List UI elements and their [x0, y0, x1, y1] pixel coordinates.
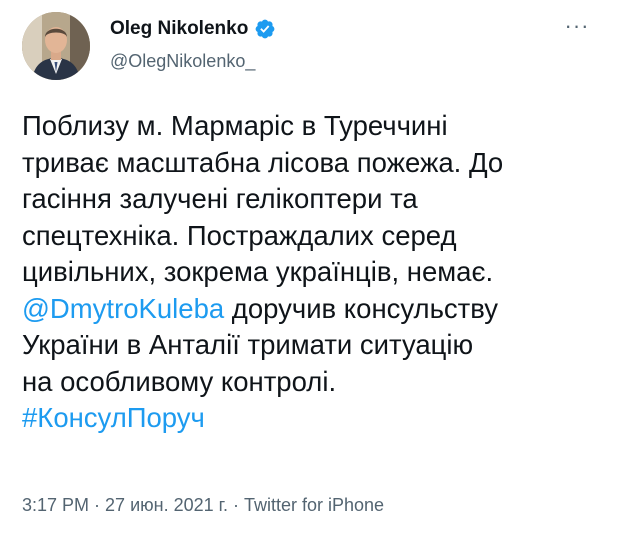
- tweet-line-with-mention: @DmytroKuleba доручив консульству: [22, 291, 602, 328]
- tweet-line: на особливому контролі.: [22, 365, 337, 397]
- avatar-image: [22, 12, 90, 80]
- tweet-line-continuation: доручив консульству: [224, 292, 499, 324]
- avatar[interactable]: [22, 12, 90, 80]
- more-options-icon[interactable]: ···: [562, 14, 592, 38]
- hashtag-link[interactable]: #КонсулПоруч: [22, 402, 205, 433]
- tweet-metadata: 3:17 PM · 27 июн. 2021 г. · Twitter for …: [22, 494, 384, 516]
- meta-separator: ·: [227, 495, 244, 515]
- tweet-line: цивільних, зокрема українців, немає.: [22, 256, 494, 287]
- tweet-source-link[interactable]: Twitter for iPhone: [244, 495, 384, 515]
- author-name-row[interactable]: Oleg Nikolenko: [110, 17, 276, 41]
- tweet-line: триває масштабна лісова пожежа. До: [22, 146, 504, 178]
- tweet-line-hashtag: #КонсулПоруч: [22, 400, 602, 437]
- author-display-name[interactable]: Oleg Nikolenko: [110, 17, 248, 41]
- verified-badge-icon: [254, 18, 276, 40]
- meta-separator: ·: [89, 495, 106, 515]
- tweet-line: України в Анталії тримати ситуацію: [22, 329, 474, 360]
- tweet-time[interactable]: 3:17 PM: [22, 495, 89, 515]
- tweet-line: спецтехніка. Постраждалих серед: [22, 219, 457, 251]
- tweet-card: Oleg Nikolenko @OlegNikolenko_ ··· Побли…: [0, 0, 620, 539]
- author-handle[interactable]: @OlegNikolenko_: [110, 50, 255, 72]
- mention-link[interactable]: @DmytroKuleba: [22, 293, 224, 324]
- tweet-line: Поблизу м. Мармаріс в Туреччині: [22, 110, 448, 141]
- tweet-text: Поблизу м. Мармаріс в Туреччині триває м…: [22, 108, 602, 437]
- tweet-line: гасіння залучені гелікоптери та: [22, 183, 418, 214]
- tweet-date[interactable]: 27 июн. 2021 г.: [105, 495, 228, 515]
